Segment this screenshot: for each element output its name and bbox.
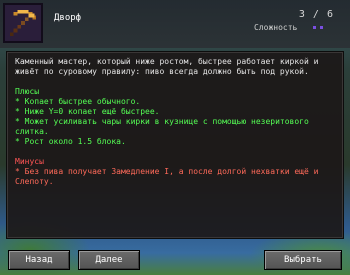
cons-heading: Минусы [15,157,44,166]
difficulty-indicator [313,26,323,29]
pros-item: * Ниже Y=0 копает ещё быстрее. [15,107,160,116]
class-description: Каменный мастер, который ниже ростом, бы… [15,57,319,76]
pros-item: * Может усиливать чары кирки в кузнице с… [15,117,309,136]
class-title: Дворф [54,13,82,23]
difficulty-dot [320,26,323,29]
class-description-panel: Каменный мастер, который ниже ростом, бы… [6,51,344,239]
pros-heading: Плюсы [15,87,40,96]
next-button[interactable]: Далее [78,250,140,270]
pros-item: * Копает быстрее обычного. [15,97,141,106]
header-bar [0,0,350,48]
pros-item: * Рост около 1.5 блока. [15,137,126,146]
cons-item: * Без пива получает Замедление I, а посл… [15,167,319,186]
difficulty-label: Сложность [254,23,298,32]
page-counter: 3 / 6 [298,9,334,20]
pickaxe-icon [3,3,43,43]
back-button[interactable]: Назад [8,250,70,270]
difficulty-dot [313,26,316,29]
select-button[interactable]: Выбрать [264,250,342,270]
